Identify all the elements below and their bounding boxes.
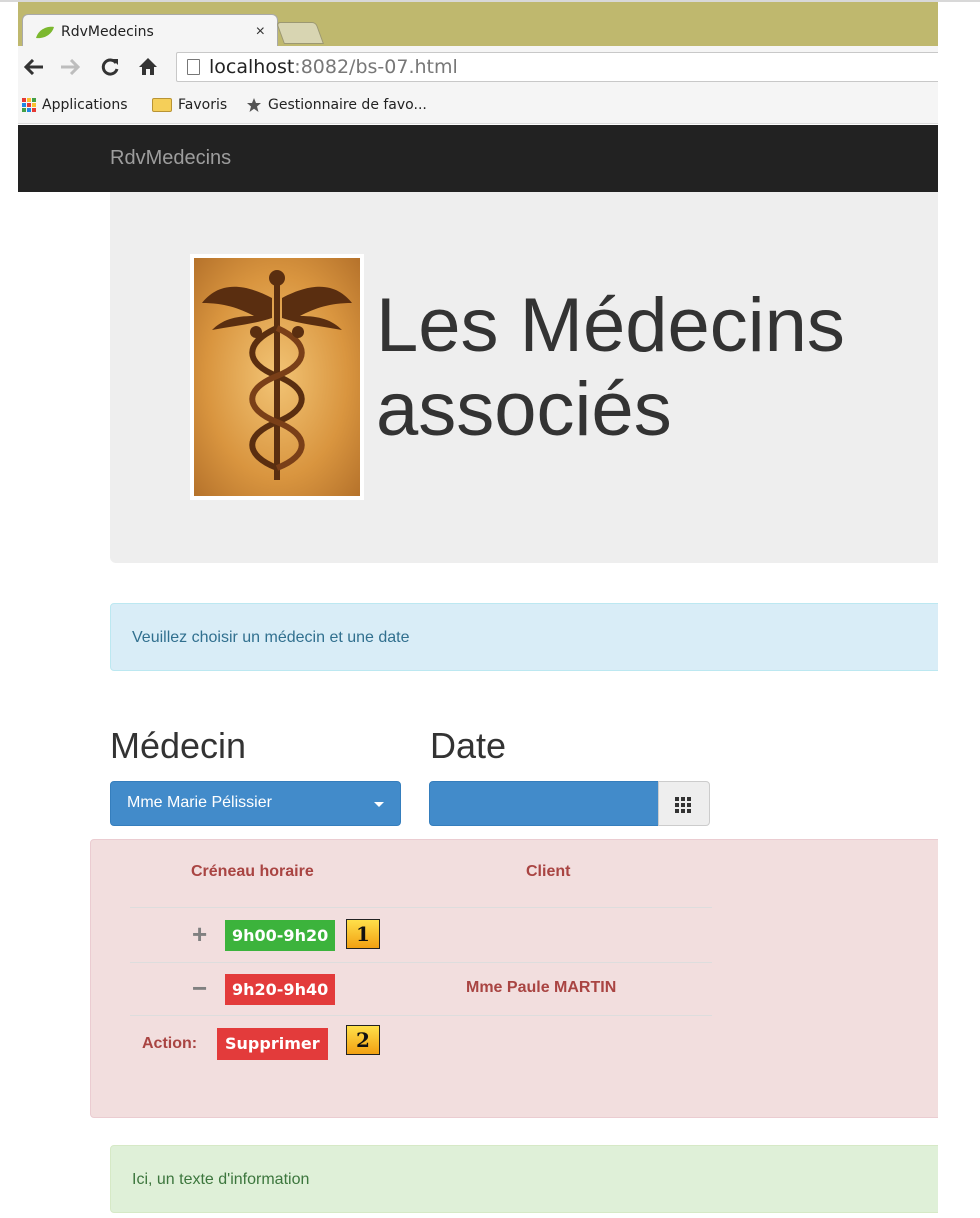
date-heading: Date: [430, 725, 507, 766]
medecin-selected-value: Mme Marie Pélissier: [127, 794, 272, 811]
bookmark-label: Favoris: [178, 97, 228, 113]
navbar-brand[interactable]: RdvMedecins: [110, 147, 231, 170]
bookmark-gestionnaire[interactable]: Gestionnaire de favo...: [246, 97, 427, 113]
jumbotron: Les Médecins associés: [110, 192, 960, 563]
header-slot: Créneau horaire: [191, 863, 314, 880]
url-text: localhost:8082/bs-07.html: [209, 56, 458, 78]
leaf-favicon-icon: [36, 26, 54, 39]
slot-badge-free[interactable]: 9h00-9h20: [225, 920, 336, 951]
header-client: Client: [526, 863, 571, 880]
reload-icon[interactable]: [100, 57, 120, 77]
success-alert: Ici, un texte d'information: [110, 1145, 960, 1213]
back-arrow-icon[interactable]: [24, 59, 44, 75]
bookmark-label: Gestionnaire de favo...: [268, 97, 427, 113]
annotation-marker-2: 2: [346, 1025, 380, 1055]
collapse-minus-icon[interactable]: −: [192, 973, 207, 1004]
new-tab-button[interactable]: [275, 22, 325, 44]
tab-strip: RdvMedecins ×: [18, 2, 938, 48]
page-icon: [187, 59, 200, 75]
caduceus-icon: [202, 270, 352, 480]
bookmark-applications[interactable]: Applications: [22, 97, 128, 113]
info-alert: Veuillez choisir un médecin et une date: [110, 603, 960, 671]
medecin-dropdown[interactable]: Mme Marie Pélissier: [110, 781, 401, 826]
success-alert-text: Ici, un texte d'information: [132, 1171, 310, 1188]
bookmark-favoris[interactable]: Favoris: [152, 97, 227, 113]
tab-title: RdvMedecins: [61, 24, 154, 40]
bookmark-label: Applications: [42, 97, 128, 113]
calendar-button[interactable]: [658, 781, 710, 826]
slot-badge-busy[interactable]: 9h20-9h40: [225, 974, 336, 1005]
screen-margin-right: [938, 0, 980, 1218]
info-alert-text: Veuillez choisir un médecin et une date: [132, 629, 410, 646]
caret-down-icon: [374, 802, 384, 807]
client-name: Mme Paule MARTIN: [466, 979, 617, 996]
app-navbar: RdvMedecins: [18, 125, 938, 192]
action-label: Action:: [142, 1035, 198, 1052]
forward-arrow-icon[interactable]: [60, 59, 80, 75]
delete-button[interactable]: Supprimer: [217, 1028, 328, 1060]
address-bar[interactable]: localhost:8082/bs-07.html: [176, 52, 946, 82]
screen-margin-left: [0, 0, 18, 1218]
page-title: Les Médecins associés: [376, 283, 845, 452]
expand-plus-icon[interactable]: +: [192, 919, 207, 950]
star-icon: [247, 98, 261, 112]
home-icon[interactable]: [138, 57, 158, 76]
calendar-icon: [675, 797, 691, 813]
divider: [130, 962, 712, 963]
browser-window: RdvMedecins × localhost:8082/bs-07.html …: [0, 0, 980, 1218]
bookmarks-bar: Applications Favoris Gestionnaire de fav…: [18, 88, 938, 124]
caduceus-logo: [190, 254, 364, 500]
browser-tab[interactable]: RdvMedecins ×: [22, 14, 278, 48]
apps-grid-icon: [22, 98, 36, 112]
divider: [130, 907, 712, 908]
window-border: [0, 0, 980, 2]
medecin-heading: Médecin: [110, 725, 247, 766]
tab-close-icon[interactable]: ×: [256, 23, 265, 41]
annotation-marker-1: 1: [346, 919, 380, 949]
divider: [130, 1015, 712, 1016]
date-input[interactable]: [429, 781, 659, 826]
folder-icon: [152, 98, 172, 112]
browser-toolbar: localhost:8082/bs-07.html: [18, 46, 946, 88]
web-page: RdvMedecins Les Médecins associés Veuill…: [18, 125, 960, 1218]
